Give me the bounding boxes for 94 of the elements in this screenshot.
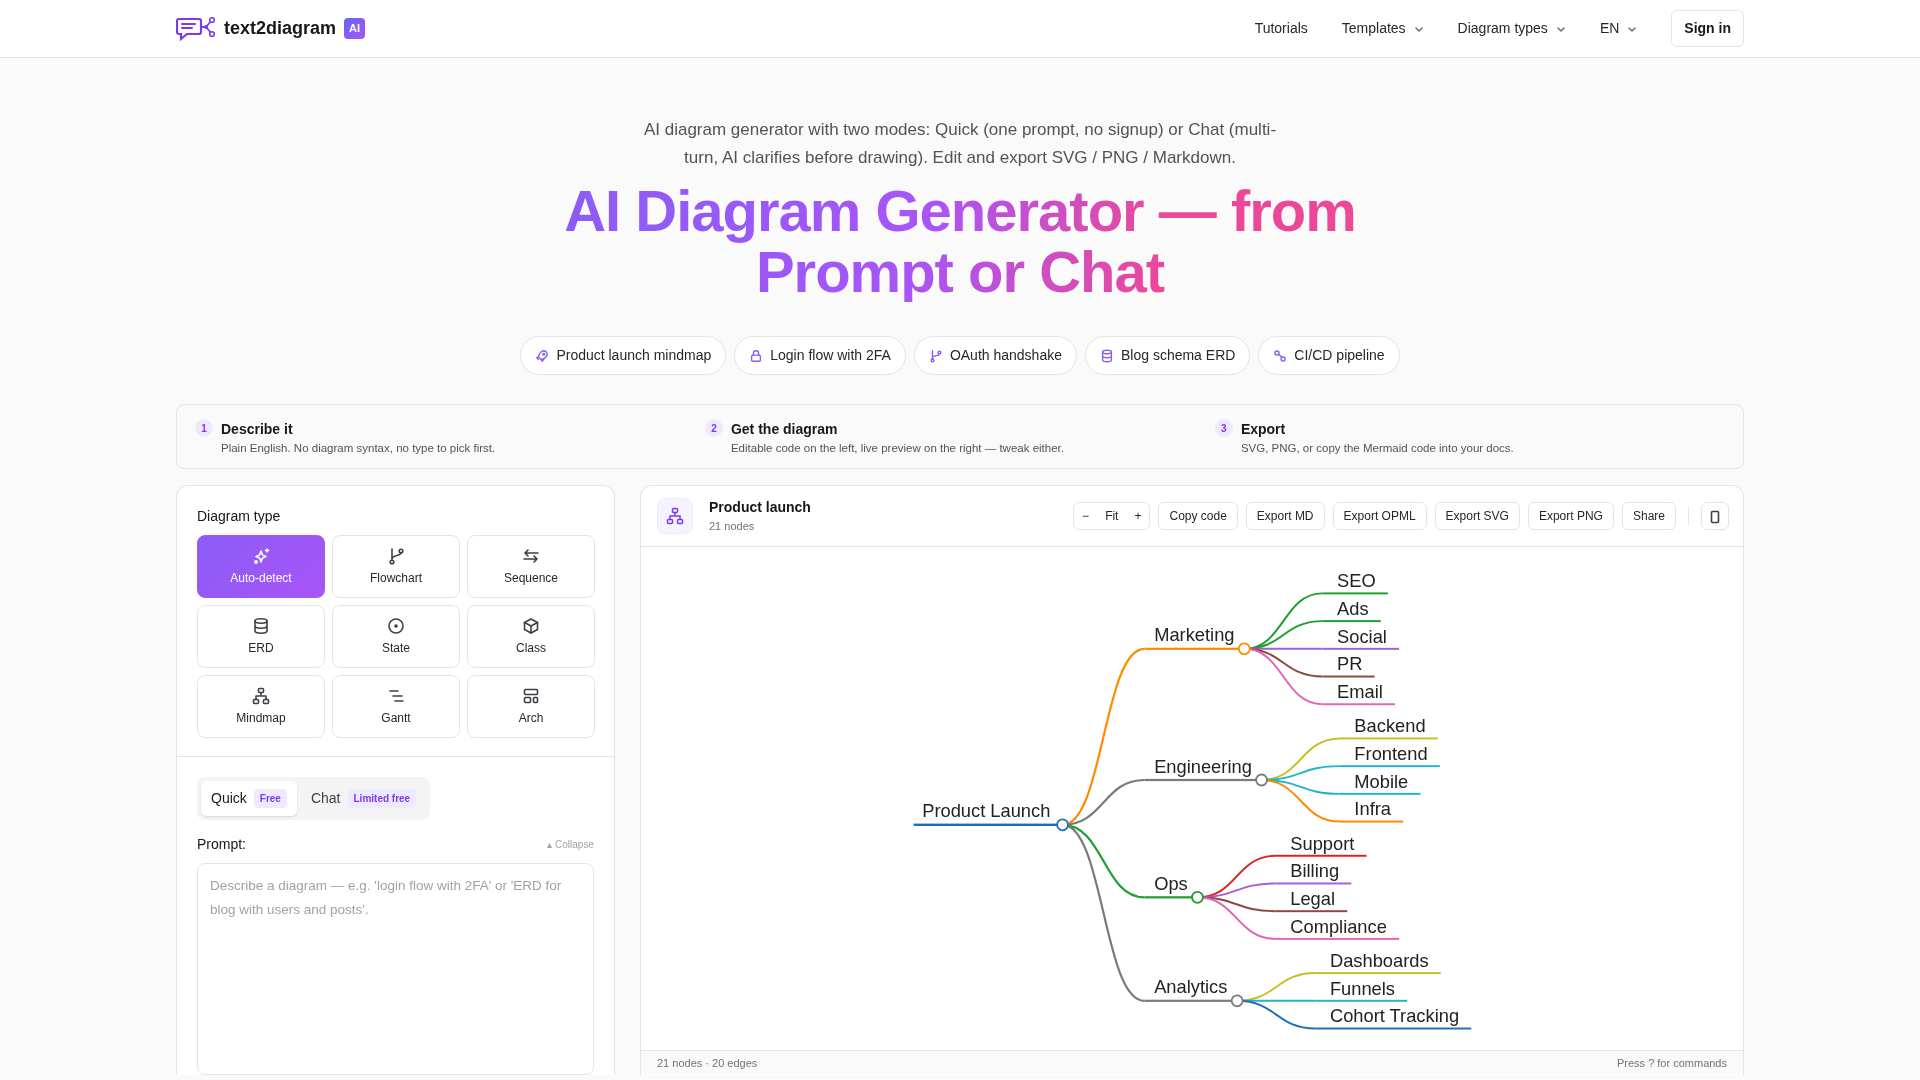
node-label: Email: [1337, 681, 1383, 703]
step-number: 1: [195, 419, 213, 437]
nav-dropdown[interactable]: EN: [1599, 12, 1638, 45]
toolbar-button[interactable]: Export PNG: [1527, 502, 1614, 530]
example-chip[interactable]: Blog schema ERD: [1084, 336, 1251, 375]
node-label: Analytics: [1154, 976, 1228, 998]
fit-button[interactable]: Fit: [1097, 503, 1127, 529]
node-label: Social: [1337, 625, 1387, 647]
example-chip[interactable]: CI/CD pipeline: [1258, 336, 1400, 375]
example-chip[interactable]: Login flow with 2FA: [734, 336, 906, 375]
node-label: Product Launch: [922, 800, 1051, 822]
node-count: 21 nodes: [709, 519, 756, 535]
step-title: Describe it: [221, 420, 294, 439]
example-chip[interactable]: OAuth handshake: [913, 336, 1077, 375]
workflow-icon: [1273, 348, 1288, 363]
toolbar-button[interactable]: Copy code: [1158, 502, 1238, 530]
layout-icon: [522, 686, 540, 705]
toolbar-button[interactable]: Export OPML: [1332, 502, 1427, 530]
node-label: PR: [1337, 653, 1363, 675]
diagram-type-button[interactable]: Class: [467, 605, 595, 668]
node-dot: [1237, 642, 1251, 656]
plan-badge: Limited free: [347, 789, 417, 808]
step-title: Get the diagram: [730, 420, 839, 439]
mindmap-icon: [252, 686, 270, 705]
diagram-type-button[interactable]: State: [332, 605, 460, 668]
toolbar-button[interactable]: Export MD: [1245, 502, 1325, 530]
diagram-type-button[interactable]: Arch: [467, 675, 595, 738]
node-label: Compliance: [1290, 915, 1387, 937]
toolbar-button[interactable]: Export SVG: [1434, 502, 1520, 530]
node-label: Frontend: [1354, 743, 1428, 765]
arrows-icon: [522, 546, 540, 565]
lock-icon: [749, 348, 764, 363]
node-dot: [1230, 994, 1244, 1008]
diagram-type-button[interactable]: Gantt: [332, 675, 460, 738]
step-title: Export: [1240, 420, 1287, 439]
cube-icon: [522, 616, 540, 635]
rectangle-icon: [1710, 509, 1720, 524]
logo-icon: [176, 15, 216, 42]
mindmap-icon: [657, 498, 693, 534]
shortcut-hint: Press ? for commands: [1616, 1056, 1727, 1071]
database-icon: [252, 616, 270, 635]
zoom-out-button[interactable]: −: [1074, 503, 1098, 529]
node-label: Billing: [1290, 860, 1340, 882]
section-label: Diagram type: [197, 507, 282, 526]
node-dot: [1191, 890, 1204, 904]
step-number: 3: [1214, 419, 1233, 437]
node-dot: [1255, 773, 1268, 787]
node-label: Support: [1290, 832, 1355, 854]
node-label: Infra: [1354, 798, 1391, 820]
node-label: Cohort Tracking: [1329, 1005, 1460, 1027]
step-description: Editable code on the left, live preview on the right — tweak either.: [730, 441, 1064, 456]
panel-toggle-button[interactable]: [1701, 502, 1729, 530]
nav-link[interactable]: Tutorials: [1254, 12, 1308, 45]
sign-in-button[interactable]: Sign in: [1671, 10, 1744, 47]
logo-text[interactable]: text2diagram: [224, 15, 337, 42]
node-label: Ads: [1337, 598, 1369, 619]
step-description: Plain English. No diagram syntax, no type to pick first.: [221, 441, 496, 456]
node-label: Engineering: [1154, 755, 1252, 777]
hero-subtitle: AI diagram generator with two modes: Quick (one prompt, no signup) or Chat (multi-turn, AI clarifies before drawing). Edit and export SVG / PNG / Markdown.: [642, 119, 1278, 169]
step-description: SVG, PNG, or copy the Mermaid code into your docs.: [1240, 441, 1514, 456]
node-label: Backend: [1354, 715, 1426, 737]
nav-dropdown[interactable]: Templates: [1341, 12, 1424, 45]
node-label: Ops: [1154, 873, 1188, 894]
example-chip[interactable]: Product launch mindmap: [520, 336, 727, 375]
diagram-stats: 21 nodes · 20 edges: [657, 1056, 758, 1071]
git-branch-icon: [387, 546, 405, 565]
plan-badge: Free: [253, 789, 287, 808]
git-branch-icon: [928, 348, 943, 363]
step-number: 2: [704, 419, 723, 437]
mode-tab[interactable]: Quick Free: [201, 781, 297, 816]
mode-tab[interactable]: Chat Limited free: [300, 781, 427, 816]
sparkles-icon: [252, 546, 270, 565]
node-label: Legal: [1290, 888, 1336, 910]
rocket-icon: [535, 348, 550, 363]
circle-dot-icon: [387, 616, 405, 635]
diagram-title: Product launch: [709, 498, 811, 518]
node-label: SEO: [1337, 570, 1376, 592]
prompt-label: Prompt:: [197, 835, 246, 854]
diagram-type-button[interactable]: Mindmap: [197, 675, 325, 738]
diagram-type-button[interactable]: Auto-detect: [197, 535, 325, 598]
diagram-type-button[interactable]: Sequence: [467, 535, 595, 598]
toolbar-button[interactable]: Share: [1621, 502, 1676, 530]
prompt-field[interactable]: Describe a diagram — e.g. 'login flow with 2FA' or 'ERD for blog with users and posts'.: [197, 863, 594, 1075]
diagram-type-button[interactable]: Flowchart: [332, 535, 460, 598]
node-dot: [1056, 818, 1069, 832]
zoom-in-button[interactable]: +: [1126, 503, 1150, 529]
nav-dropdown[interactable]: Diagram types: [1457, 12, 1566, 45]
ai-badge: AI: [344, 18, 366, 39]
node-label: Marketing: [1154, 624, 1235, 646]
database-icon: [1099, 348, 1114, 363]
node-label: Dashboards: [1329, 950, 1429, 971]
diagram-type-button[interactable]: ERD: [197, 605, 325, 668]
node-label: Funnels: [1329, 977, 1395, 999]
node-label: Mobile: [1354, 770, 1409, 792]
